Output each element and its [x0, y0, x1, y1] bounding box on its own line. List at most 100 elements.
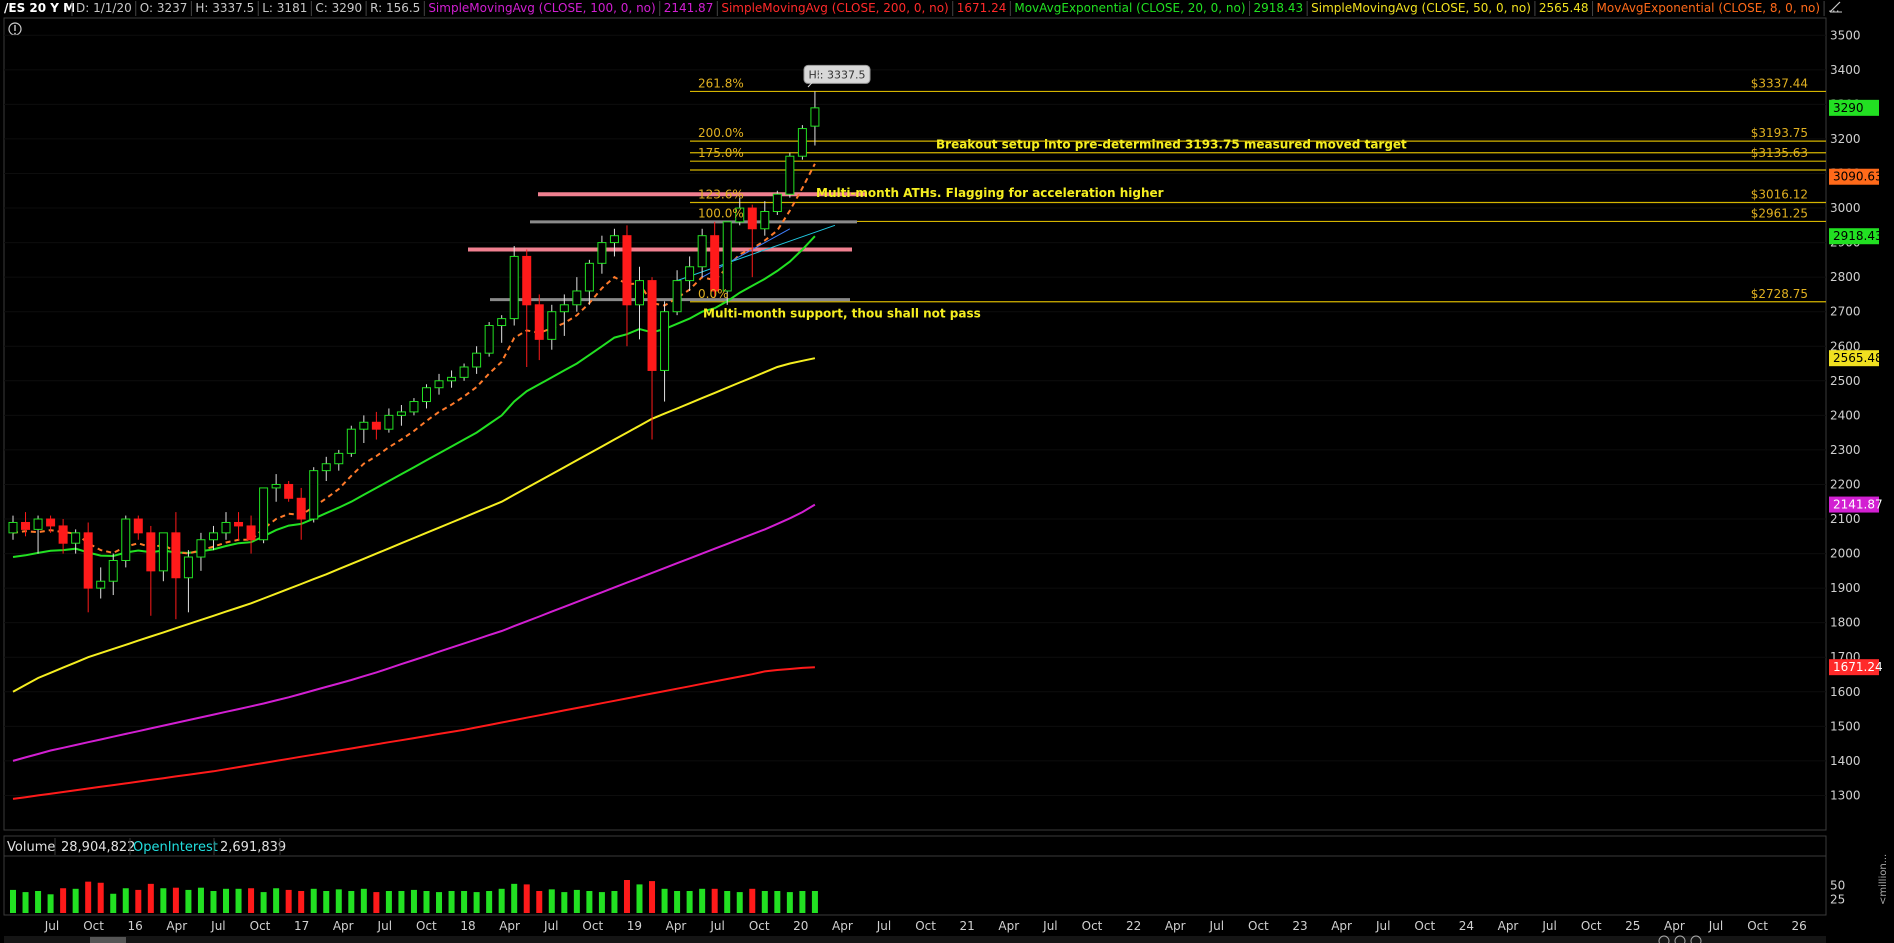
volume-bar	[160, 888, 167, 913]
price-tick-label: 1300	[1830, 788, 1861, 802]
price-tick-label: 3200	[1830, 132, 1861, 146]
study-legend: D: 1/1/20 O: 3237 H: 3337.5 L: 3181 C: 3290 R…	[71, 1, 1840, 16]
candle	[121, 515, 131, 568]
candle-body	[183, 556, 193, 579]
horizontal-scrollbar[interactable]	[4, 936, 1826, 943]
open-interest-label: OpenInterest	[133, 840, 218, 855]
volume-bar	[498, 888, 505, 913]
volume-bar	[786, 892, 793, 913]
volume-bar	[35, 891, 42, 913]
price-tag-text: 2918.43	[1833, 229, 1883, 243]
candle	[472, 346, 482, 374]
candle-body	[396, 411, 406, 416]
candle-body	[96, 580, 106, 589]
volume-axis: 5025	[1830, 879, 1845, 907]
candle	[221, 512, 231, 540]
candle	[622, 225, 632, 347]
time-tick-label: Oct	[1581, 919, 1602, 933]
header-item: H: 3337.5	[195, 1, 254, 15]
volume-bar	[373, 892, 380, 913]
header-item: SimpleMovingAvg (CLOSE, 200, 0, no)	[721, 1, 948, 15]
volume-bar	[360, 888, 367, 913]
volume-bar	[486, 891, 493, 913]
candle-body	[284, 483, 294, 499]
price-tick-label: 2300	[1830, 443, 1861, 457]
price-tick-label: 2500	[1830, 374, 1861, 388]
candle	[396, 404, 406, 426]
candle	[133, 515, 143, 540]
candle	[284, 481, 294, 502]
candle-body	[21, 521, 31, 530]
candle-body	[522, 255, 532, 306]
volume-panel: Volume 28,904,822 OpenInterest 2,691,839…	[3, 835, 1889, 916]
candle	[83, 522, 93, 613]
volume-bar	[135, 889, 142, 913]
time-tick-label: Apr	[1664, 919, 1685, 933]
candle-body	[246, 525, 256, 541]
volume-tick-label: 50	[1830, 879, 1845, 893]
candle-body	[71, 532, 81, 544]
time-tick-label: Oct	[416, 919, 437, 933]
volume-bar	[586, 891, 593, 913]
hi-callout-text: Hi: 3337.5	[808, 68, 865, 81]
candle	[597, 235, 607, 274]
volume-bar	[649, 881, 656, 913]
volume-bar	[448, 891, 455, 913]
volume-bar	[674, 891, 681, 913]
info-icon[interactable]	[8, 22, 22, 36]
moving-averages	[12, 163, 816, 800]
volume-bar	[611, 891, 618, 913]
time-tick-label: Jul	[377, 919, 392, 933]
candle	[309, 467, 319, 523]
candle-body	[760, 210, 770, 230]
volume-bar	[197, 887, 204, 913]
volume-bar	[323, 891, 330, 913]
candle	[810, 91, 820, 146]
candle-body	[259, 487, 269, 541]
candle	[96, 567, 106, 599]
price-axis[interactable]: 1300140015001600170018001900200021002200…	[1830, 28, 1861, 802]
candle	[33, 515, 43, 554]
candle-body	[484, 325, 494, 354]
candle	[584, 259, 594, 305]
scrollbar-track[interactable]	[4, 936, 1826, 943]
header-item: MovAvgExponential (CLOSE, 8, 0, no)	[1597, 1, 1821, 15]
volume-bar	[536, 891, 543, 913]
candle	[108, 553, 118, 596]
candle-body	[685, 266, 695, 282]
price-tick-label: 1500	[1830, 719, 1861, 733]
volume-bar	[736, 892, 743, 913]
volume-unit: <million...	[1878, 854, 1889, 905]
time-tick-label: Apr	[1331, 919, 1352, 933]
time-tick-label: Oct	[749, 919, 770, 933]
price-tick-label: 2000	[1830, 547, 1861, 561]
price-tick-label: 3000	[1830, 201, 1861, 215]
volume-bar	[523, 884, 530, 913]
candle	[271, 474, 281, 502]
volume-bar	[774, 891, 781, 913]
time-tick-label: 22	[1126, 919, 1141, 933]
symbol-label[interactable]: /ES 20 Y M	[4, 1, 75, 15]
candle	[459, 363, 469, 381]
candle-body	[497, 318, 507, 327]
volume-tick-label: 25	[1830, 892, 1845, 906]
time-axis[interactable]: Jul Oct 16 Apr Jul Oct 17 Apr Jul Oct 18 Apr Jul Oct 1…	[44, 919, 1807, 933]
candle	[760, 201, 770, 236]
volume-bar	[436, 892, 443, 913]
candle	[234, 512, 244, 540]
volume-bar	[636, 884, 643, 913]
time-tick-label: 17	[294, 919, 309, 933]
volume-bar	[661, 888, 668, 913]
candle-body	[559, 304, 569, 313]
fib-percent-label: 175.0%	[698, 146, 744, 160]
price-tag-text: 1671.24	[1833, 660, 1883, 674]
candle-body	[146, 532, 156, 572]
header-item: SimpleMovingAvg (CLOSE, 100, 0, no)	[428, 1, 655, 15]
time-tick-label: Jul	[543, 919, 558, 933]
price-tick-label: 2800	[1830, 270, 1861, 284]
volume-bar	[260, 892, 267, 913]
chart[interactable]: /ES 20 Y M D: 1/1/20 O: 3237 H: 3337.5 L: 3…	[0, 0, 1894, 943]
scrollbar-thumb[interactable]	[90, 937, 126, 943]
hi-callout: Hi: 3337.5	[803, 64, 871, 88]
candle	[146, 525, 156, 616]
